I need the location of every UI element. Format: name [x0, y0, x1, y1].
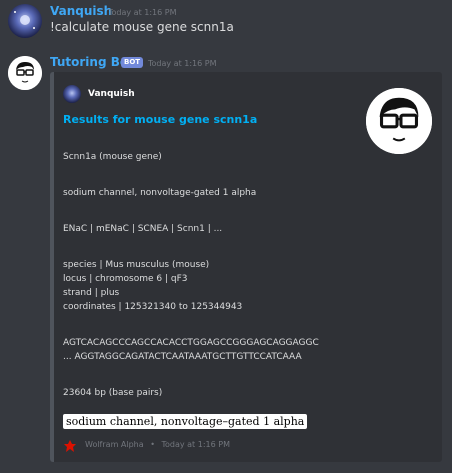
embed-thumbnail[interactable]	[366, 88, 432, 154]
gene-species: species | Mus musculus (mouse)	[63, 260, 210, 270]
galaxy-avatar-icon	[63, 85, 81, 103]
gene-strand: strand | plus	[63, 288, 120, 298]
glasses-face-avatar-icon	[8, 56, 42, 90]
embed-result-image[interactable]: sodium channel, nonvoltage–gated 1 alpha	[63, 414, 308, 429]
glasses-face-icon	[366, 88, 432, 154]
embed-author-name[interactable]: Vanquish	[88, 89, 135, 99]
gene-coordinates: coordinates | 125321340 to 125344943	[63, 302, 243, 312]
message-author[interactable]: Vanquish	[50, 4, 112, 18]
wolfram-alpha-icon	[64, 440, 76, 452]
message-timestamp: Today at 1:16 PM	[148, 59, 217, 68]
embed-author-avatar[interactable]	[63, 85, 81, 103]
gene-description: sodium channel, nonvoltage-gated 1 alpha	[63, 188, 257, 198]
footer-source: Wolfram Alpha	[85, 440, 144, 449]
footer-separator: •	[150, 440, 155, 449]
message-content: !calculate mouse gene scnn1a	[50, 20, 234, 34]
result-embed: Vanquish Results for mouse gene scnn1a S…	[50, 72, 442, 462]
gene-name: Scnn1a (mouse gene)	[63, 152, 162, 162]
user-avatar[interactable]	[8, 4, 42, 38]
embed-title[interactable]: Results for mouse gene scnn1a	[63, 113, 257, 126]
gene-sequence-end: ... AGGTAGGCAGATACTCAATAAATGCTTGTTCCATCA…	[63, 352, 302, 362]
gene-aliases: ENaC | mENaC | SCNEA | Scnn1 | ...	[63, 224, 223, 234]
message-timestamp: Today at 1:16 PM	[108, 8, 177, 17]
gene-length: 23604 bp (base pairs)	[63, 388, 163, 398]
gene-locus: locus | chromosome 6 | qF3	[63, 274, 188, 284]
galaxy-avatar-icon	[8, 4, 42, 38]
footer-timestamp: Today at 1:16 PM	[161, 440, 230, 449]
bot-badge: BOT	[121, 57, 144, 68]
bot-avatar[interactable]	[8, 56, 42, 90]
gene-sequence-start: AGTCACAGCCCAGCCACACCTGGAGCCGGGAGCAGGAGGC	[63, 338, 319, 348]
